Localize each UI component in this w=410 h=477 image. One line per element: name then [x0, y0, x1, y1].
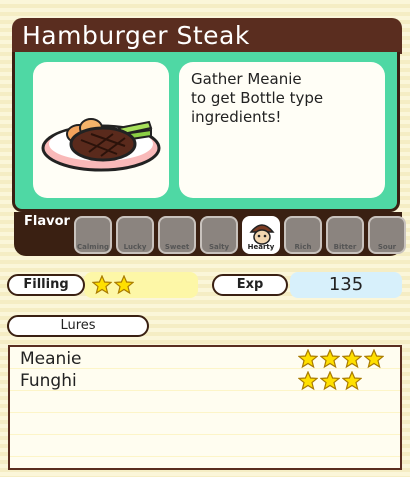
flavor-icons: Calming Lucky Sweet Salty Hearty Rich Bi… — [74, 216, 406, 254]
lure-name: Meanie — [20, 349, 82, 369]
flavor-bar: Flavor Calming Lucky Sweet Salty Hearty … — [14, 212, 406, 256]
star-icon — [342, 371, 362, 391]
filling-label: Filling — [7, 274, 85, 296]
flavor-icon-sour[interactable]: Sour — [368, 216, 406, 254]
recipe-card: Gather Meanie to get Bottle type ingredi… — [12, 52, 400, 212]
flavor-icon-calming[interactable]: Calming — [74, 216, 112, 254]
flavor-icon-lucky[interactable]: Lucky — [116, 216, 154, 254]
star-icon — [298, 349, 318, 369]
lure-stars — [298, 349, 384, 369]
exp-value: 135 — [290, 272, 402, 298]
recipe-description: Gather Meanie to get Bottle type ingredi… — [179, 62, 385, 198]
flavor-icon-sweet[interactable]: Sweet — [158, 216, 196, 254]
star-icon — [320, 349, 340, 369]
dish-image-pane — [33, 62, 169, 198]
flavor-icon-rich[interactable]: Rich — [284, 216, 322, 254]
lure-stars — [298, 371, 362, 391]
star-icon — [92, 275, 112, 295]
star-icon — [298, 371, 318, 391]
lures-label: Lures — [7, 315, 149, 337]
lure-name: Funghi — [20, 371, 77, 391]
exp-label: Exp — [212, 274, 288, 296]
flavor-icon-bitter[interactable]: Bitter — [326, 216, 364, 254]
lures-list: Meanie Funghi — [8, 345, 402, 470]
star-icon — [342, 349, 362, 369]
recipe-title: Hamburger Steak — [12, 18, 402, 54]
hamburger-steak-image — [41, 118, 161, 172]
star-icon — [364, 349, 384, 369]
flavor-icon-salty[interactable]: Salty — [200, 216, 238, 254]
flavor-icon-hearty[interactable]: Hearty — [242, 216, 280, 254]
star-icon — [320, 371, 340, 391]
star-icon — [114, 275, 134, 295]
filling-stars — [84, 272, 198, 298]
flavor-label: Flavor — [24, 214, 70, 229]
